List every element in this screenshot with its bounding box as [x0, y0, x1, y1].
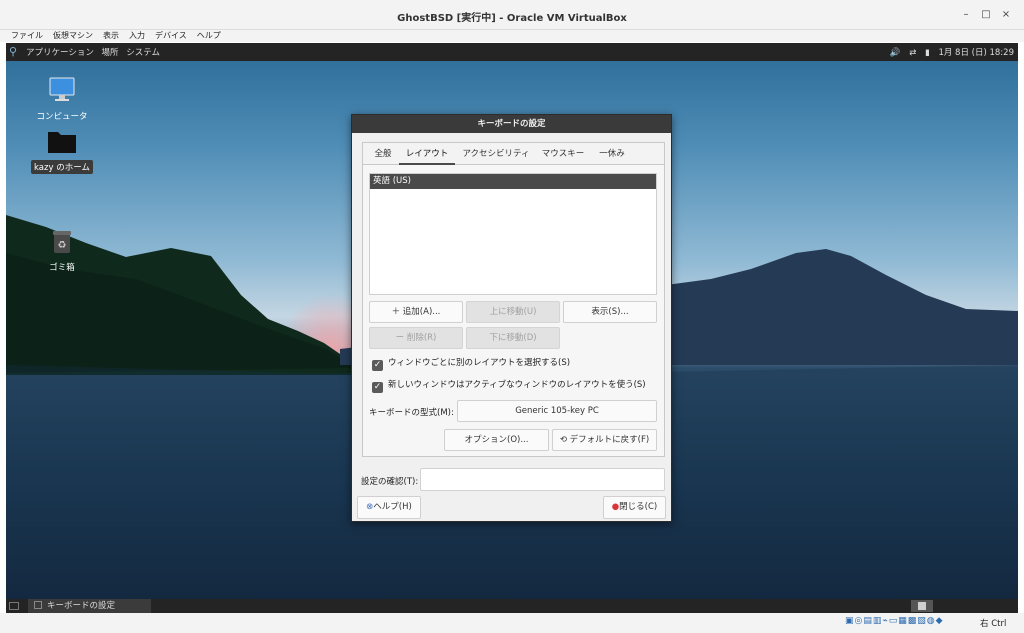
- host-titlebar: GhostBSD [実行中] - Oracle VM VirtualBox – …: [0, 0, 1024, 30]
- active-layout-checkbox-row[interactable]: ✓ 新しいウィンドウはアクティブなウィンドウのレイアウトを使う(S): [372, 378, 646, 393]
- menu-input[interactable]: 入力: [124, 30, 150, 42]
- minimize-button[interactable]: –: [958, 7, 974, 23]
- move-up-button[interactable]: 上に移動(U): [466, 301, 560, 323]
- help-button-label: ヘルプ(H): [373, 502, 412, 512]
- trash-icon: ♻: [53, 231, 71, 253]
- tab-general[interactable]: 全般: [367, 143, 399, 165]
- separate-layout-label: ウィンドウごとに別のレイアウトを選択する(S): [388, 358, 571, 368]
- tab-layouts[interactable]: レイアウト: [399, 143, 455, 165]
- host-statusbar: ▣◎▤▥⌁▭▦▩▧◍◆ 右 Ctrl: [0, 613, 1024, 633]
- layout-row-selected[interactable]: 英語 (US): [370, 174, 656, 189]
- guest-bottom-panel: キーボードの設定: [6, 599, 1018, 613]
- reset-defaults-label: デフォルトに戻す(F): [569, 435, 650, 445]
- vm-status-icons[interactable]: ▣◎▤▥⌁▭▦▩▧◍◆: [845, 616, 944, 626]
- remove-layout-button[interactable]: ー 削除(R): [369, 327, 463, 349]
- network-icon[interactable]: ⇄: [909, 48, 916, 58]
- desktop-icon-label: コンピュータ: [36, 112, 88, 122]
- svg-text:♻: ♻: [58, 240, 67, 251]
- applications-menu[interactable]: アプリケーション: [26, 48, 94, 58]
- volume-icon[interactable]: 🔊: [890, 48, 901, 58]
- host-window-title: GhostBSD [実行中] - Oracle VM VirtualBox: [397, 13, 627, 24]
- settings-notebook: 全般 レイアウト アクセシビリティ マウスキー 一休み 英語 (US) ＋ 追加…: [362, 142, 665, 457]
- close-button-label: 閉じる(C): [619, 502, 658, 512]
- clock[interactable]: 1月 8日 (日) 18:29: [938, 48, 1014, 58]
- desktop-icon-trash[interactable]: ♻ ゴミ箱: [27, 230, 97, 274]
- close-button[interactable]: ●閉じる(C): [603, 496, 666, 519]
- show-desktop-icon[interactable]: [9, 602, 19, 610]
- host-menubar: ファイル 仮想マシン 表示 入力 デバイス ヘルプ: [0, 30, 1024, 42]
- options-button[interactable]: オプション(O)...: [444, 429, 549, 451]
- move-down-button[interactable]: 下に移動(D): [466, 327, 560, 349]
- menu-devices[interactable]: デバイス: [150, 30, 192, 42]
- check-icon[interactable]: ✓: [372, 360, 383, 371]
- layout-list[interactable]: 英語 (US): [369, 173, 657, 295]
- maximize-button[interactable]: □: [978, 7, 994, 23]
- add-layout-button[interactable]: ＋ 追加(A)...: [369, 301, 463, 323]
- tab-typing-break[interactable]: 一休み: [591, 143, 633, 165]
- taskbar-item-keyboard-settings[interactable]: キーボードの設定: [28, 599, 151, 613]
- workspace-switcher[interactable]: [911, 600, 933, 612]
- refresh-icon: ⟲: [559, 435, 570, 445]
- separate-layout-checkbox-row[interactable]: ✓ ウィンドウごとに別のレイアウトを選択する(S): [372, 356, 571, 371]
- menu-machine[interactable]: 仮想マシン: [48, 30, 98, 42]
- ghostbsd-logo-icon[interactable]: ⚲: [9, 45, 17, 58]
- desktop-icon-computer[interactable]: コンピュータ: [27, 77, 97, 123]
- keyboard-model-button[interactable]: Generic 105-key PC: [457, 400, 657, 422]
- help-button[interactable]: ⊗ヘルプ(H): [357, 496, 421, 519]
- active-layout-label: 新しいウィンドウはアクティブなウィンドウのレイアウトを使う(S): [388, 380, 646, 390]
- places-menu[interactable]: 場所: [102, 48, 119, 58]
- check-icon[interactable]: ✓: [372, 382, 383, 393]
- folder-icon: [48, 132, 76, 153]
- battery-icon[interactable]: ▮: [925, 48, 930, 58]
- keyboard-model-label: キーボードの型式(M):: [369, 408, 454, 418]
- keyboard-settings-dialog: キーボードの設定 全般 レイアウト アクセシビリティ マウスキー 一休み 英語 …: [351, 114, 672, 522]
- test-area-label: 設定の確認(T):: [361, 477, 419, 487]
- guest-top-panel: ⚲ アプリケーション 場所 システム 🔊 ⇄ ▮ 1月 8日 (日) 18:29: [6, 43, 1018, 61]
- tab-mouse-keys[interactable]: マウスキー: [537, 143, 589, 165]
- menu-view[interactable]: 表示: [98, 30, 124, 42]
- desktop-icon-label: ゴミ箱: [49, 263, 75, 273]
- menu-help[interactable]: ヘルプ: [192, 30, 226, 42]
- test-input[interactable]: [420, 468, 665, 491]
- system-menu[interactable]: システム: [126, 48, 160, 58]
- host-key-label: 右 Ctrl: [980, 619, 1007, 629]
- window-icon: [34, 601, 42, 609]
- tab-bar: 全般 レイアウト アクセシビリティ マウスキー 一休み: [363, 143, 664, 165]
- tab-accessibility[interactable]: アクセシビリティ: [457, 143, 535, 165]
- dialog-title: キーボードの設定: [352, 115, 671, 133]
- desktop-icon-label: kazy のホーム: [31, 160, 93, 174]
- menu-file[interactable]: ファイル: [0, 30, 48, 42]
- desktop-icon-home[interactable]: kazy のホーム: [27, 128, 97, 174]
- reset-defaults-button[interactable]: ⟲ デフォルトに戻す(F): [552, 429, 657, 451]
- show-layout-button[interactable]: 表示(S)...: [563, 301, 657, 323]
- monitor-icon: [49, 77, 75, 101]
- taskbar-item-label: キーボードの設定: [47, 601, 116, 611]
- close-window-button[interactable]: ×: [998, 7, 1014, 23]
